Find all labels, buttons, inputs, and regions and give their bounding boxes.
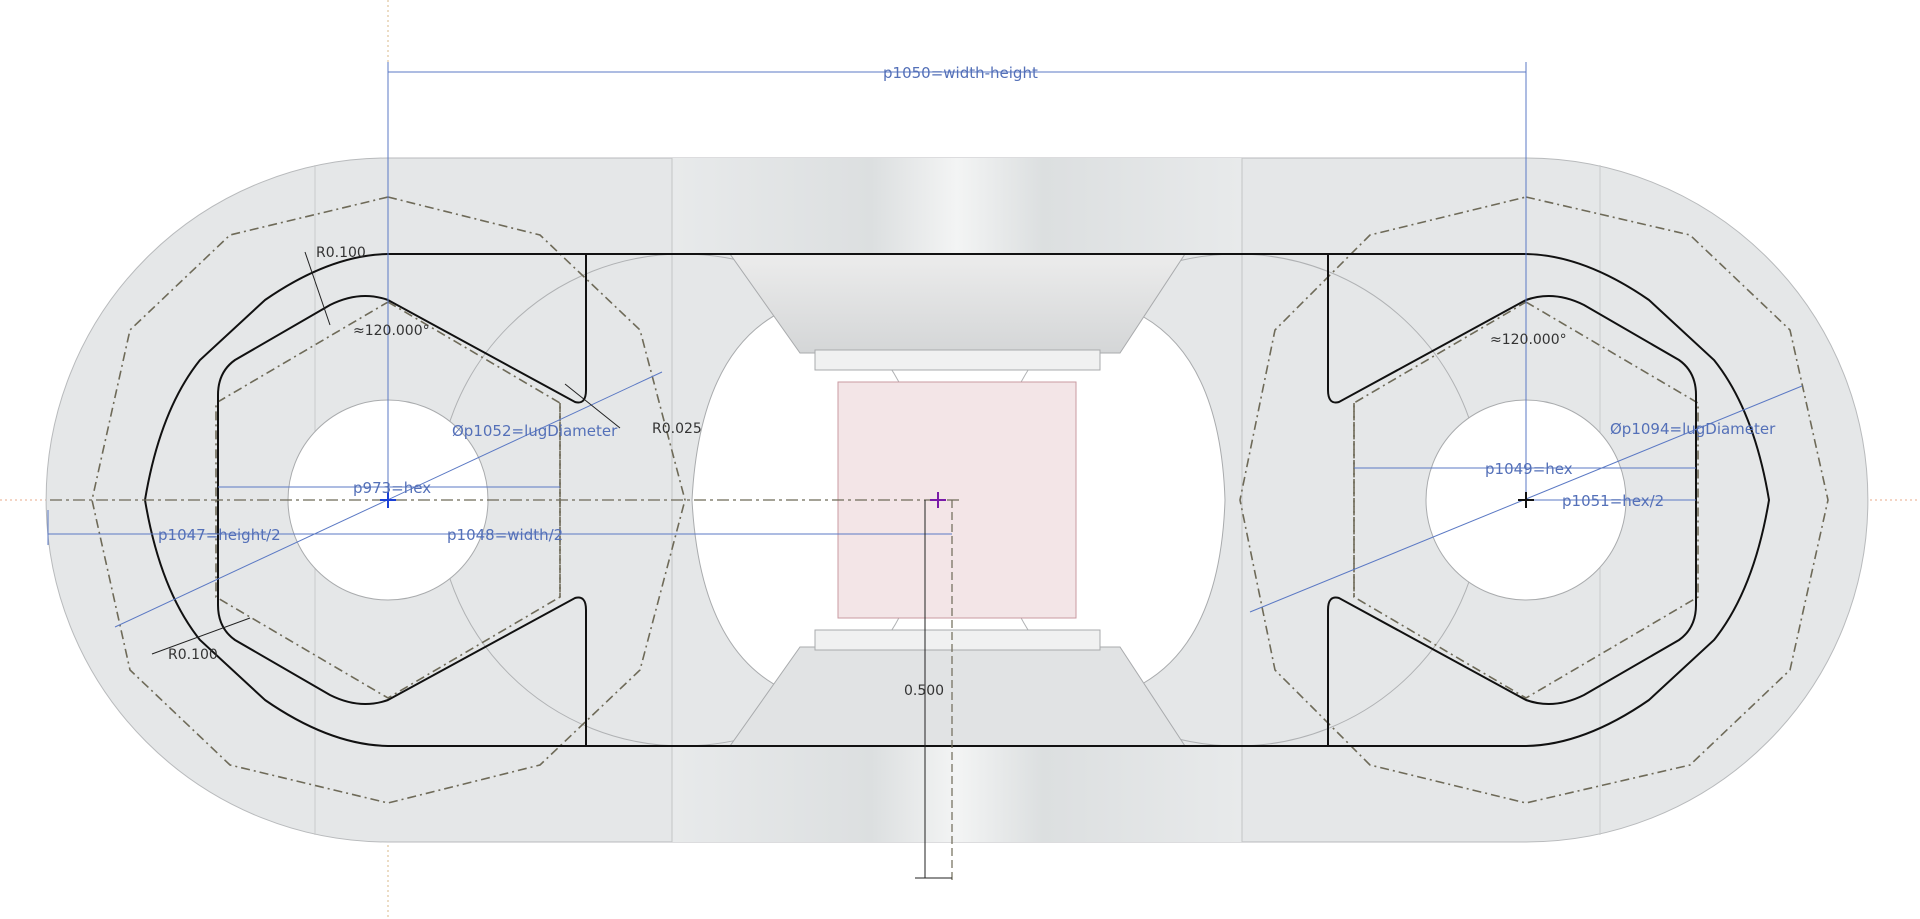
dim-label-p1094[interactable]: Øp1094=lugDiameter: [1610, 420, 1776, 438]
lower-neck-lip: [814, 629, 1101, 651]
dim-label-p1050[interactable]: p1050=width-height: [883, 64, 1038, 82]
dim-label-p1049[interactable]: p1049=hex: [1485, 460, 1573, 478]
radius-label-slot[interactable]: R0.025: [652, 421, 702, 437]
dim-label-p1052[interactable]: Øp1052=lugDiameter: [452, 422, 618, 440]
upper-neck-lip: [814, 349, 1101, 371]
cad-viewport[interactable]: p1050=width-height p973=hex p1047=height…: [0, 0, 1920, 919]
lower-neck: [729, 646, 1186, 747]
upper-neck: [729, 253, 1186, 354]
radius-label-top-left[interactable]: R0.100: [316, 245, 366, 261]
dim-label-p1048[interactable]: p1048=width/2: [447, 526, 563, 544]
part-bottom-band: [672, 746, 1242, 842]
dim-label-p1047[interactable]: p1047=height/2: [158, 526, 281, 544]
dim-label-p973[interactable]: p973=hex: [353, 479, 431, 497]
radius-label-bottom-left[interactable]: R0.100: [168, 647, 218, 663]
dim-label-vertical[interactable]: 0.500: [904, 683, 944, 699]
part-top-band: [672, 158, 1242, 254]
dim-label-p1051[interactable]: p1051=hex/2: [1562, 492, 1664, 510]
angle-label-left[interactable]: ≈120.000°: [353, 323, 430, 339]
angle-label-right[interactable]: ≈120.000°: [1490, 332, 1567, 348]
